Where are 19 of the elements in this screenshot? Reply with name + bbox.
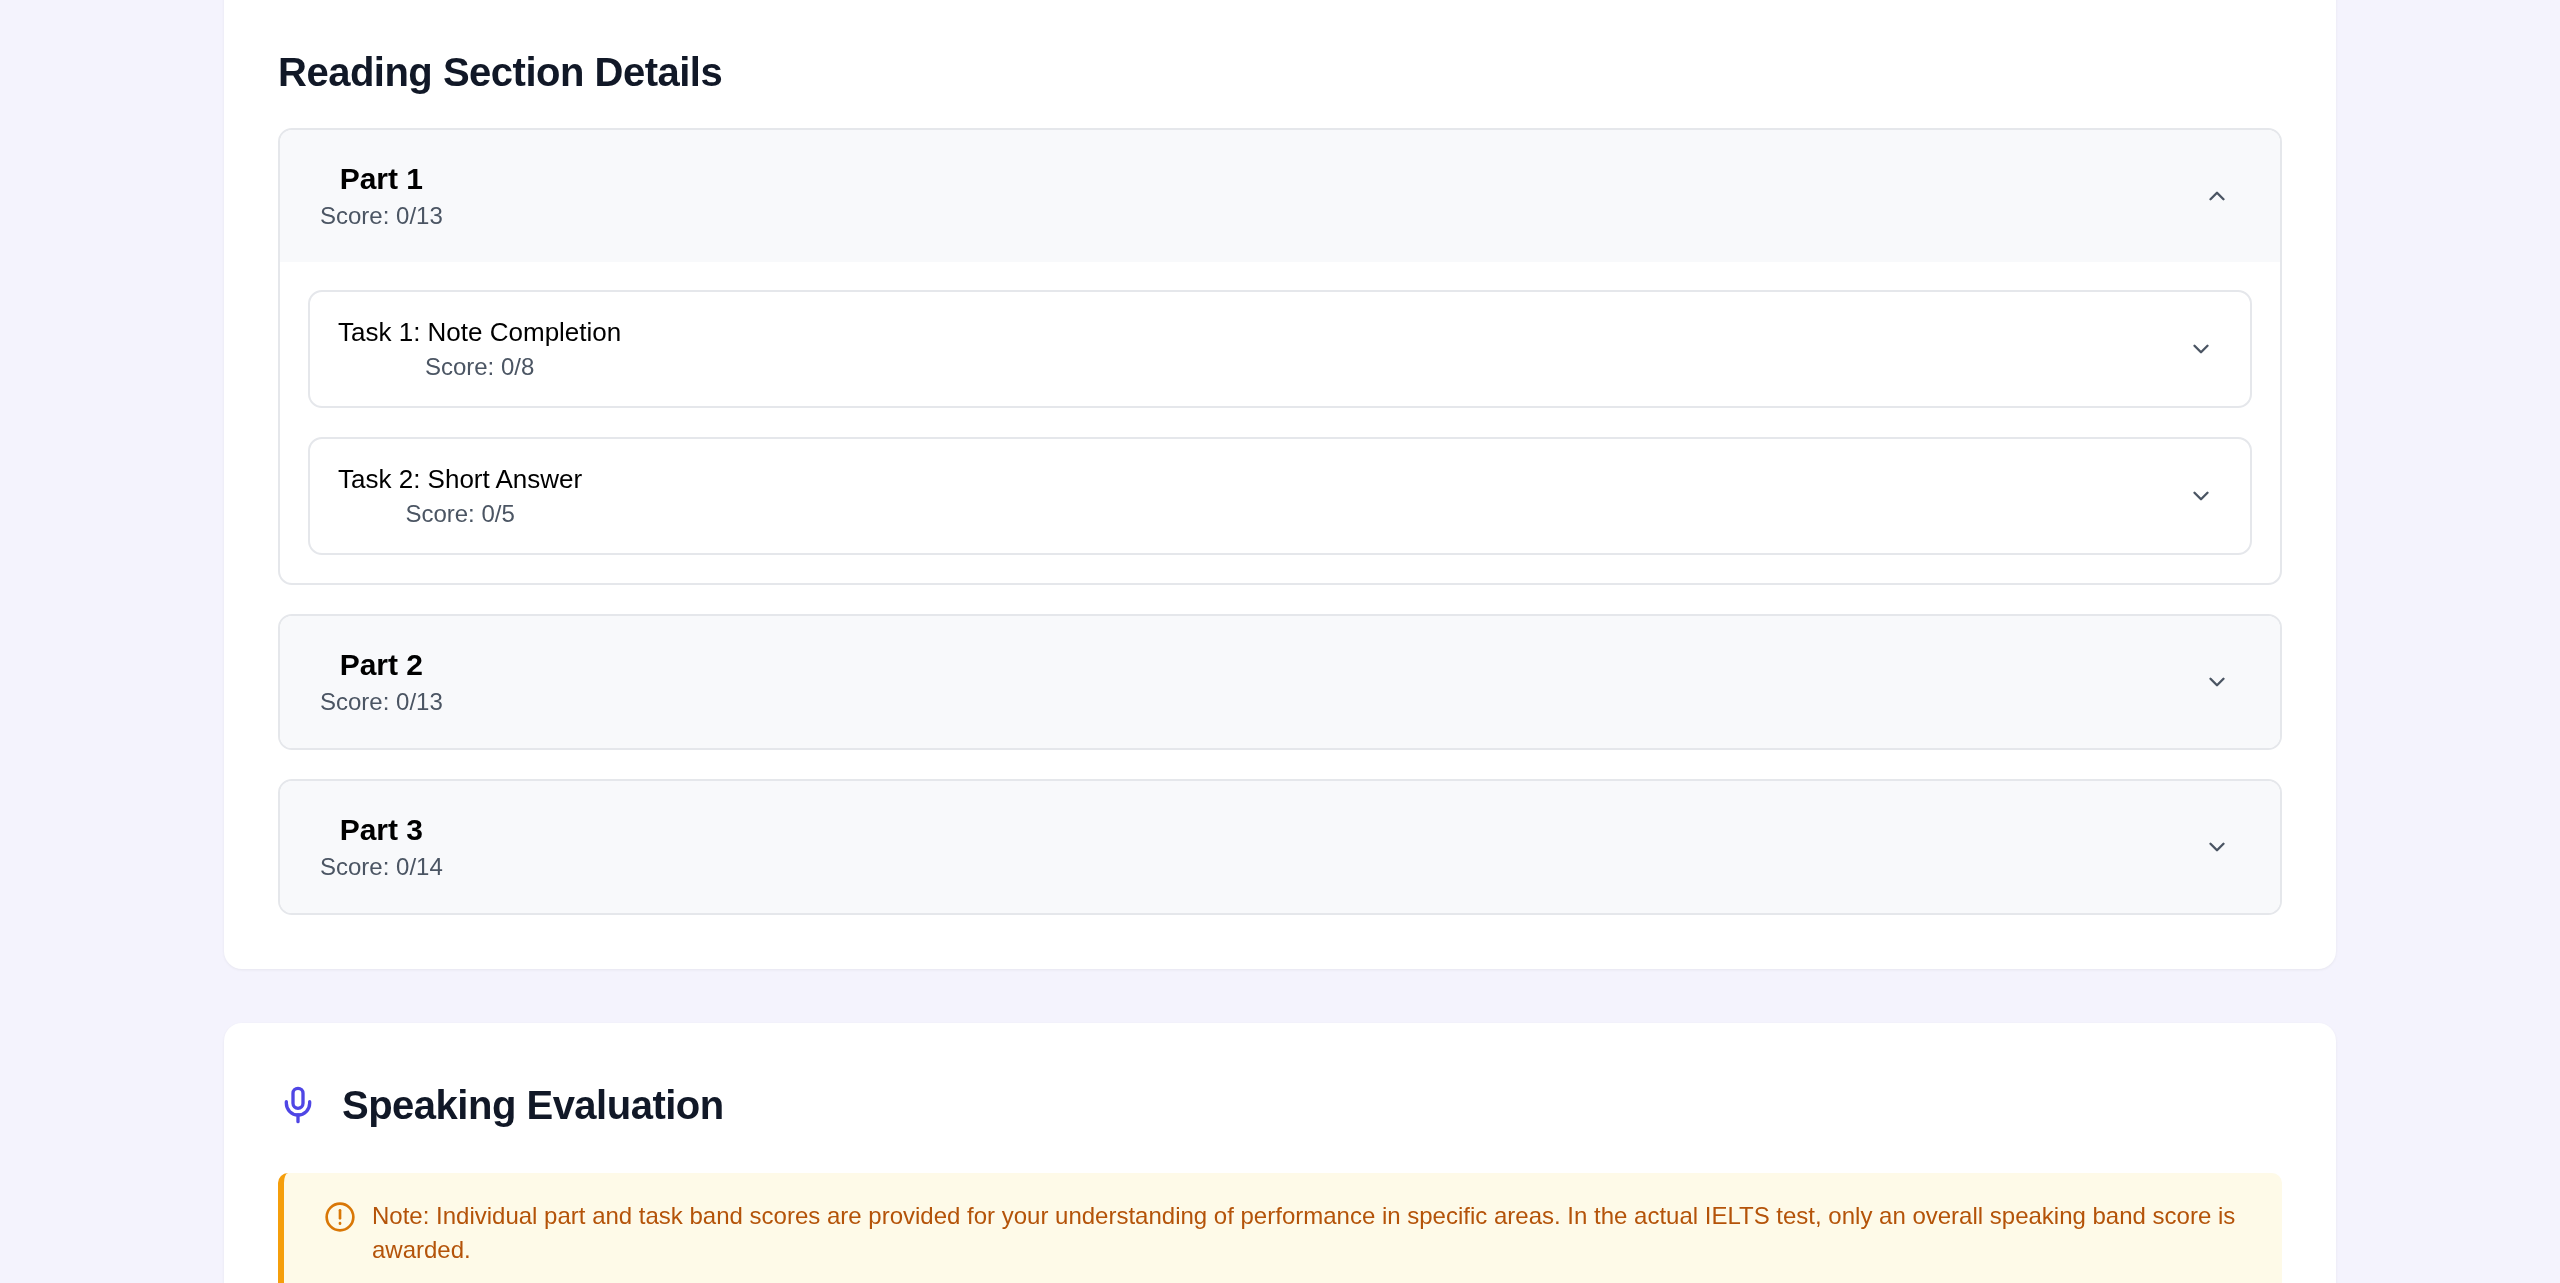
task-header[interactable]: Task 1: Note Completion Score: 0/8 [308,290,2252,408]
part-score: Score: 0/14 [320,852,443,882]
task-score: Score: 0/8 [424,352,535,382]
task-score: Score: 0/5 [405,499,515,529]
alert-icon [324,1201,356,1233]
task-title: Task 1: Note Completion [338,316,622,349]
part-header[interactable]: Part 1 Score: 0/13 [280,130,2280,262]
section-title: Reading Section Details [278,49,724,96]
part-score: Score: 0/13 [320,201,443,231]
part-header[interactable]: Part 2 Score: 0/13 [280,616,2280,748]
note-text: Note: Individual part and task band scores are provided for your understanding of performance in specific areas. In the actual IELTS test, only an overall speaking band score is awarded. [372,1201,2237,1265]
task-header[interactable]: Task 2: Short Answer Score: 0/5 [308,437,2252,555]
part-header[interactable]: Part 3 Score: 0/14 [280,781,2280,913]
part-title: Part 3 [339,812,424,848]
task-title: Task 2: Short Answer [338,463,583,496]
part-title: Part 1 [339,161,424,197]
section-title: Speaking Evaluation [342,1082,724,1129]
part-score: Score: 0/13 [320,687,443,717]
part-title: Part 2 [339,647,424,683]
